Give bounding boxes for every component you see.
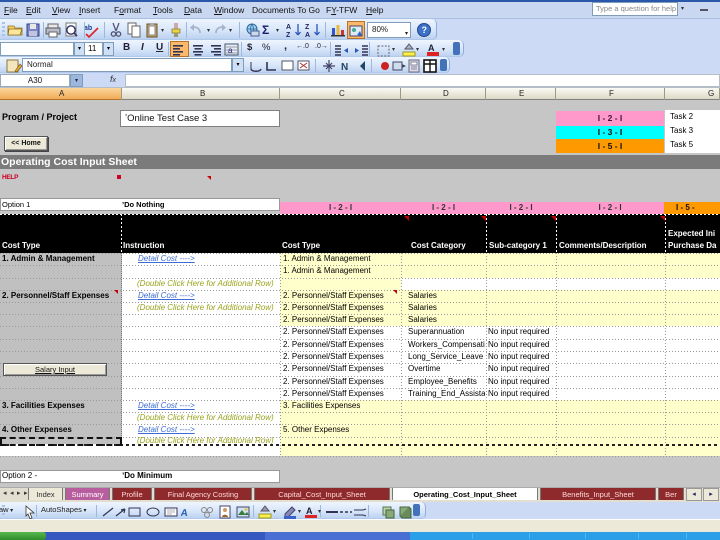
- svg-text:A: A: [305, 32, 310, 38]
- svg-text:Z: Z: [305, 24, 310, 31]
- svg-text:N: N: [341, 62, 348, 73]
- svg-text:A: A: [306, 506, 313, 516]
- svg-text:Z: Z: [286, 32, 291, 38]
- svg-text:A: A: [181, 508, 189, 519]
- svg-text:A: A: [286, 24, 291, 31]
- svg-text:ab: ab: [84, 25, 92, 32]
- svg-text:?: ?: [422, 25, 428, 35]
- svg-text:a: a: [228, 46, 233, 55]
- svg-text:A: A: [428, 43, 435, 53]
